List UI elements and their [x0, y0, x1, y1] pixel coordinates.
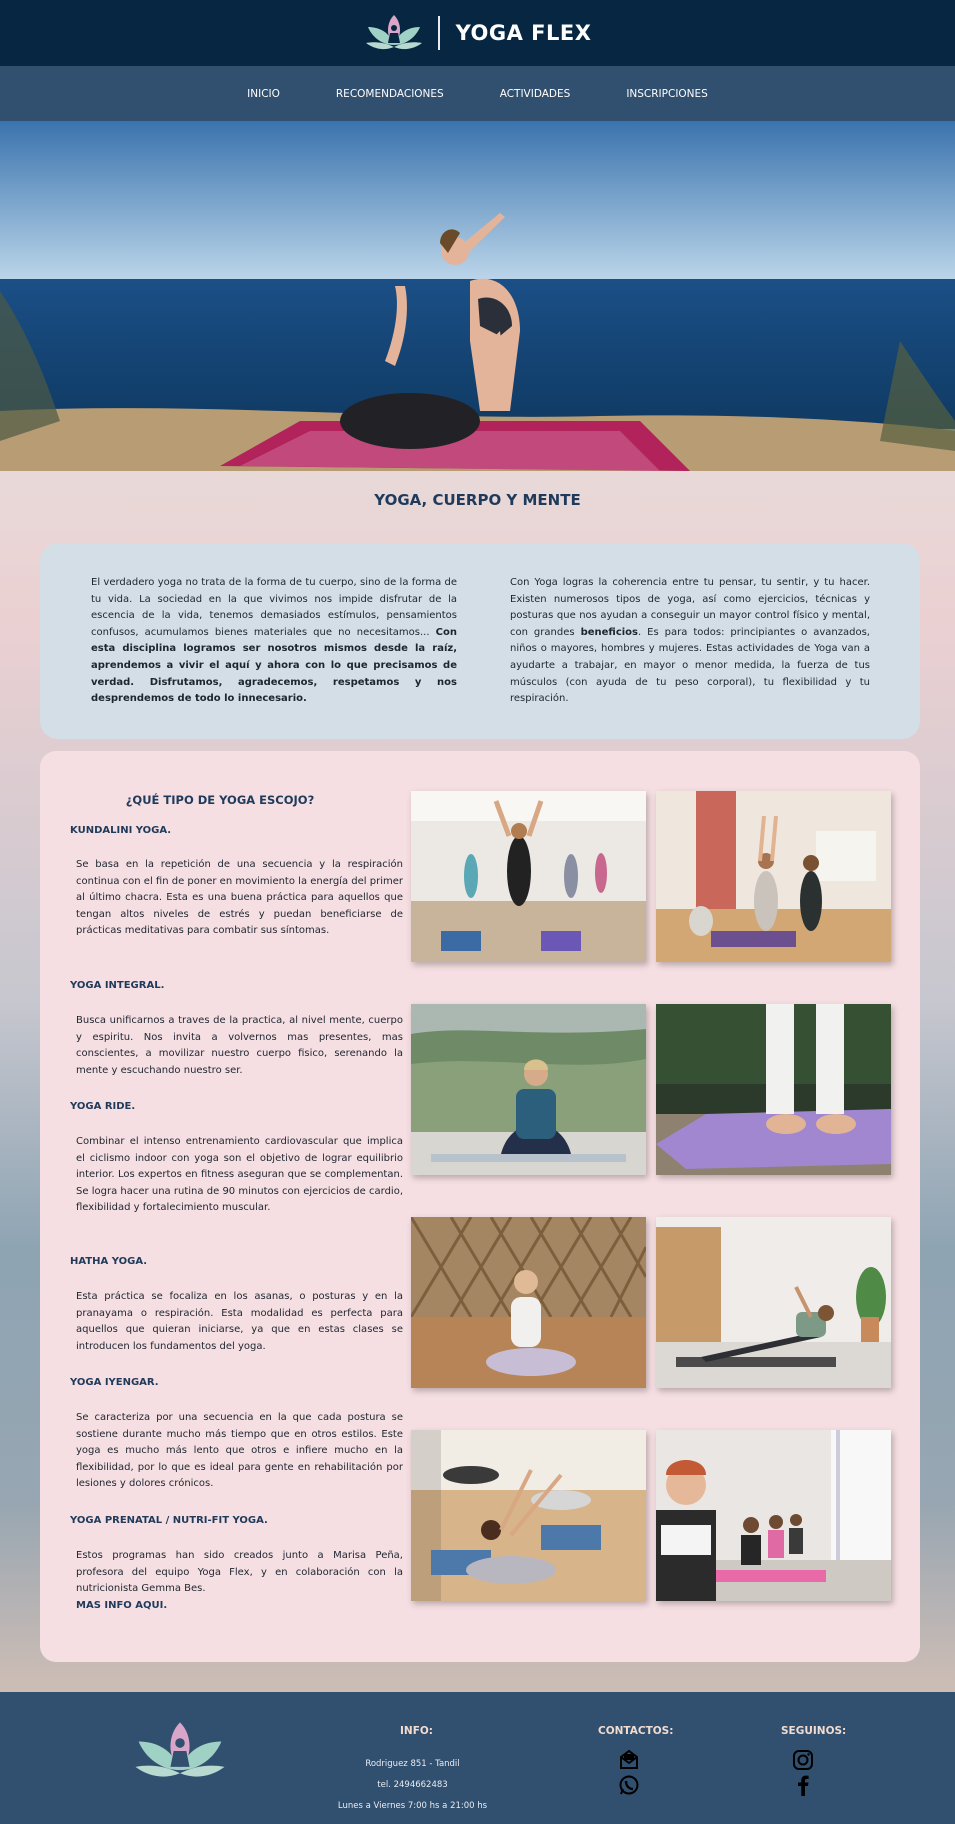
mail-icon[interactable] [618, 1749, 640, 1771]
main-nav: INICIO RECOMENDACIONES ACTIVIDADES INSCR… [0, 66, 955, 121]
footer: INFO: Rodriguez 851 - Tandil tel. 249466… [0, 1692, 955, 1824]
more-info-link[interactable]: MAS INFO AQUI. [76, 1598, 403, 1615]
yoga-type-name: YOGA INTEGRAL. [70, 980, 165, 991]
yoga-type-description-block: Estos programas han sido creados junto a… [76, 1548, 403, 1614]
intro-box: El verdadero yoga no trata de la forma d… [40, 543, 920, 739]
photo-meditation-outdoor [411, 1004, 646, 1175]
lotus-logo-icon [135, 1722, 225, 1777]
footer-hours: Lunes a Viernes 7:00 hs a 21:00 hs [337, 1801, 488, 1811]
facebook-icon[interactable] [792, 1774, 814, 1796]
photo-feet-mat [656, 1004, 891, 1175]
yoga-type-description: Esta práctica se focaliza en los asanas,… [76, 1291, 403, 1352]
yoga-type-name: YOGA IYENGAR. [70, 1377, 159, 1388]
types-title: ¿QUÉ TIPO DE YOGA ESCOJO? [125, 793, 315, 807]
yoga-type-description: Busca unificarnos a traves de la practic… [76, 1015, 403, 1076]
photo-meditation-class [656, 1430, 891, 1601]
whatsapp-icon[interactable] [618, 1774, 640, 1796]
top-header: YOGA FLEX [0, 0, 955, 66]
lotus-logo-icon [365, 15, 422, 50]
nav-item-inicio[interactable]: INICIO [247, 88, 280, 100]
nav-item-inscripciones[interactable]: INSCRIPCIONES [626, 88, 708, 100]
intro-left-regular: El verdadero yoga no trata de la forma d… [91, 577, 457, 638]
photo-side-plank [656, 1217, 891, 1388]
footer-address: Rodriguez 851 - Tandil [365, 1759, 460, 1769]
intro-right-bold: beneficios [580, 626, 638, 638]
yoga-type-name: HATHA YOGA. [70, 1256, 148, 1267]
yoga-type-description: Se basa en la repetición de una secuenci… [76, 859, 403, 937]
footer-contacts-title: CONTACTOS: [598, 1725, 674, 1737]
yoga-type-name: KUNDALINI YOGA. [70, 825, 172, 836]
photo-studio-stretch [656, 791, 891, 962]
yoga-type-name: YOGA PRENATAL / NUTRI-FIT YOGA. [70, 1515, 268, 1526]
intro-left-bold: Con esta disciplina logramos ser nosotro… [91, 626, 457, 705]
hero-image [0, 121, 955, 471]
yoga-type-description: Estos programas han sido creados junto a… [76, 1550, 403, 1595]
brand-divider [437, 16, 440, 50]
brand[interactable]: YOGA FLEX [364, 11, 592, 55]
footer-follow-title: SEGUINOS: [781, 1725, 847, 1737]
instagram-icon[interactable] [792, 1749, 814, 1771]
section-title: YOGA, CUERPO Y MENTE [374, 491, 581, 509]
brand-name: YOGA FLEX [455, 21, 592, 45]
yoga-type-name: YOGA RIDE. [70, 1101, 136, 1112]
nav-item-recomendaciones[interactable]: RECOMENDACIONES [336, 88, 444, 100]
photo-prenatal [411, 1217, 646, 1388]
intro-left-text: El verdadero yoga no trata de la forma d… [91, 575, 457, 708]
footer-info-title: INFO: [400, 1725, 433, 1737]
intro-right-regular-2: . Es para todos: principiantes o avanzad… [510, 626, 870, 705]
yoga-type-description: Combinar el intenso entrenamiento cardio… [76, 1136, 403, 1214]
photo-group-stretch [411, 1430, 646, 1601]
footer-phone: tel. 2494662483 [377, 1780, 448, 1790]
photo-group-class [411, 791, 646, 962]
intro-right-text: Con Yoga logras la coherencia entre tu p… [510, 575, 870, 708]
yoga-types-box: ¿QUÉ TIPO DE YOGA ESCOJO? KUNDALINI YOGA… [40, 751, 920, 1662]
nav-item-actividades[interactable]: ACTIVIDADES [500, 88, 571, 100]
yoga-type-description: Se caracteriza por una secuencia en la q… [76, 1412, 403, 1490]
